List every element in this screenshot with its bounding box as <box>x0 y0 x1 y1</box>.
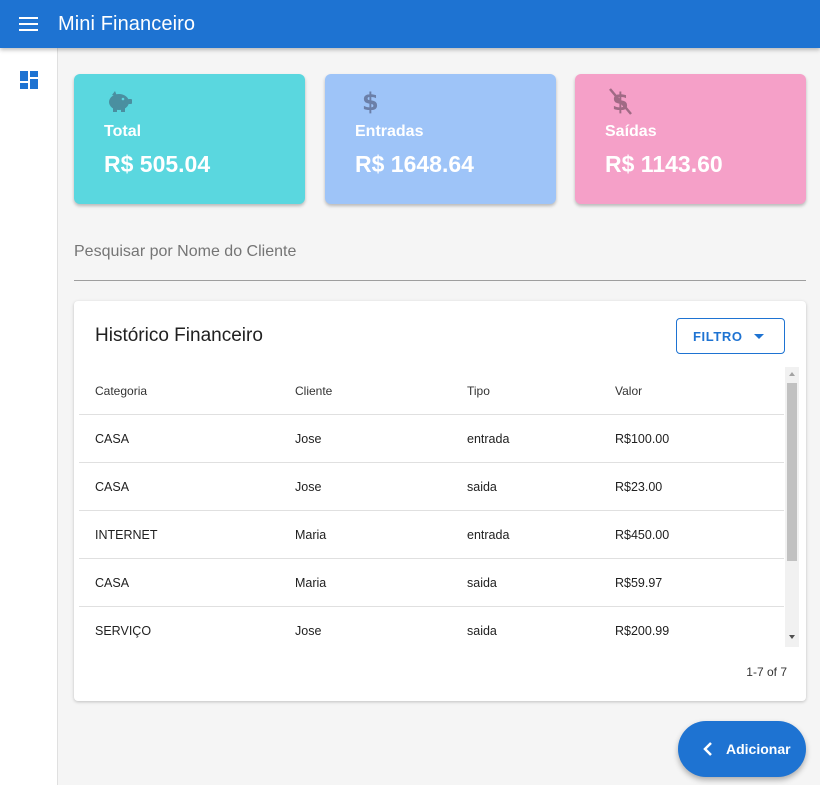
hamburger-menu-icon <box>19 17 38 31</box>
cell-valor: R$200.99 <box>615 624 670 638</box>
scroll-up-arrow-icon[interactable] <box>789 372 795 376</box>
cell-valor: R$59.97 <box>615 576 663 590</box>
app-title: Mini Financeiro <box>58 12 196 35</box>
cell-cliente: Maria <box>295 576 327 590</box>
sidebar <box>0 48 58 785</box>
table-row[interactable]: CASA Jose saida R$23.00 <box>79 463 784 511</box>
app-bar: Mini Financeiro <box>0 0 820 48</box>
header-categoria[interactable]: Categoria <box>95 367 147 415</box>
cell-tipo: entrada <box>467 528 510 542</box>
cell-tipo: entrada <box>467 432 510 446</box>
chevron-left-icon <box>703 742 712 756</box>
cell-tipo: saida <box>467 480 497 494</box>
menu-button[interactable] <box>0 0 58 48</box>
cell-cliente: Jose <box>295 624 322 638</box>
entradas-label: Entradas <box>355 123 424 140</box>
total-label: Total <box>104 123 142 140</box>
dashboard-icon <box>20 71 38 89</box>
data-table: Categoria Cliente Tipo Valor CASA Jose e… <box>79 367 799 647</box>
cell-categoria: CASA <box>95 576 130 590</box>
table-title: Histórico Financeiro <box>95 325 263 346</box>
header-valor[interactable]: Valor <box>615 367 642 415</box>
cell-cliente: Jose <box>295 480 322 494</box>
scroll-down-arrow-icon[interactable] <box>789 635 795 639</box>
add-button[interactable]: Adicionar <box>678 721 806 777</box>
saidas-label: Saídas <box>605 123 657 140</box>
pagination-info: 1-7 of 7 <box>746 665 787 679</box>
cell-categoria: INTERNET <box>95 528 158 542</box>
dollar-off-icon: $ <box>609 88 632 116</box>
cell-cliente: Maria <box>295 528 327 542</box>
table-row[interactable]: CASA Jose entrada R$100.00 <box>79 415 784 463</box>
cell-categoria: SERVIÇO <box>95 624 152 638</box>
search-input[interactable] <box>74 240 806 264</box>
cell-categoria: CASA <box>95 480 130 494</box>
table-row[interactable]: CASA Maria saida R$59.97 <box>79 559 784 607</box>
table-scrollbar[interactable] <box>785 367 799 647</box>
header-tipo[interactable]: Tipo <box>467 367 490 415</box>
sidebar-item-dashboard[interactable] <box>19 70 39 90</box>
cell-valor: R$450.00 <box>615 528 670 542</box>
table-header-row: Categoria Cliente Tipo Valor <box>79 367 784 415</box>
table-row[interactable]: INTERNET Maria entrada R$450.00 <box>79 511 784 559</box>
financial-history-card: Histórico Financeiro FILTRO Categoria Cl… <box>74 301 806 701</box>
filter-label: FILTRO <box>693 328 743 344</box>
total-value: R$ 505.04 <box>104 151 211 177</box>
header-cliente[interactable]: Cliente <box>295 367 332 415</box>
cell-tipo: saida <box>467 576 497 590</box>
entradas-value: R$ 1648.64 <box>355 151 474 177</box>
search-field <box>74 232 806 281</box>
cell-categoria: CASA <box>95 432 130 446</box>
cell-valor: R$23.00 <box>615 480 663 494</box>
cell-cliente: Jose <box>295 432 322 446</box>
table-row[interactable]: SERVIÇO Jose saida R$200.99 <box>79 607 784 647</box>
add-button-label: Adicionar <box>726 741 791 757</box>
svg-text:$: $ <box>362 88 379 116</box>
saidas-value: R$ 1143.60 <box>605 151 723 177</box>
scrollbar-thumb[interactable] <box>787 383 797 561</box>
total-card: Total R$ 505.04 <box>74 74 305 204</box>
filter-button[interactable]: FILTRO <box>676 318 785 354</box>
piggy-bank-icon <box>109 91 132 112</box>
saidas-card: $ Saídas R$ 1143.60 <box>575 74 806 204</box>
dollar-icon: $ <box>362 88 379 116</box>
cell-tipo: saida <box>467 624 497 638</box>
entradas-card: $ Entradas R$ 1648.64 <box>325 74 556 204</box>
caret-down-icon <box>754 334 764 339</box>
cell-valor: R$100.00 <box>615 432 670 446</box>
